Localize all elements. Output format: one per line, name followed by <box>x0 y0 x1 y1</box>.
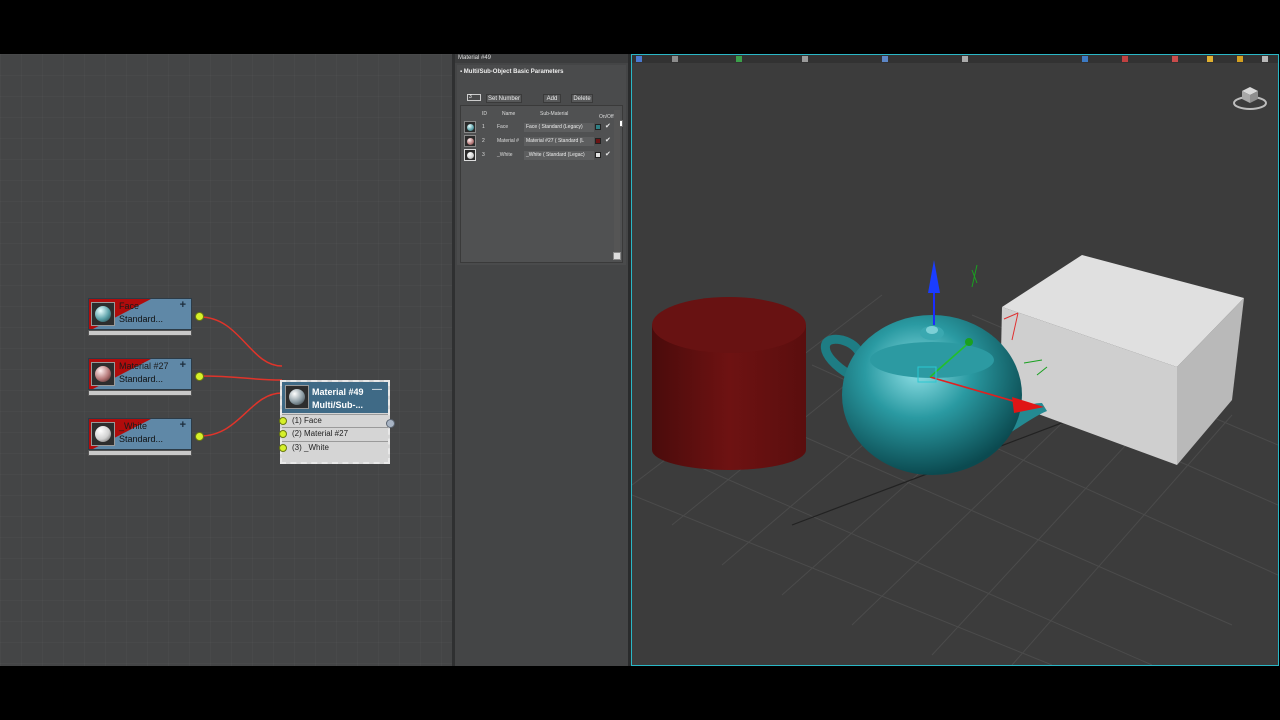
node-footer <box>88 330 192 336</box>
sphere-icon <box>289 389 305 405</box>
sub-material-button[interactable]: _White ( Standard (Legac) <box>524 151 594 160</box>
rollout: ▪ Multi/Sub-Object Basic Parameters 3 Se… <box>457 65 626 265</box>
box-object <box>1000 255 1244 465</box>
node-name: Material #27 <box>119 361 169 371</box>
node-face-body[interactable]: Face Standard... + <box>88 298 192 330</box>
node-title: Material #49 <box>312 387 364 397</box>
on-off-checkbox[interactable]: ✔ <box>605 150 611 158</box>
node-type: Standard... <box>119 314 164 324</box>
slot-label: (1) Face <box>292 416 322 425</box>
add-button[interactable]: Add <box>543 94 561 103</box>
row-name[interactable]: Material # <box>497 138 519 144</box>
delete-button[interactable]: Delete <box>571 94 593 103</box>
node-material27[interactable]: Material #27 Standard... + <box>88 358 204 400</box>
node-white-body[interactable]: _White Standard... + <box>88 418 192 450</box>
sphere-icon <box>467 152 474 159</box>
minimize-icon[interactable]: — <box>372 384 382 395</box>
slot-2[interactable]: (2) Material #27 <box>279 427 388 440</box>
expand-plus-icon[interactable]: + <box>180 359 186 371</box>
slate-editor-view[interactable]: Face Standard... + Material #27 Standard… <box>0 54 452 666</box>
material-preview-icon <box>285 385 309 409</box>
output-port[interactable] <box>195 372 204 381</box>
wire-white <box>199 392 283 437</box>
material-preview-icon <box>464 135 476 147</box>
node-type: Multi/Sub-... <box>312 400 363 410</box>
table-row[interactable]: 1 Face Face ( Standard (Legacy) ✔ <box>464 121 614 134</box>
color-swatch[interactable] <box>595 138 601 144</box>
viewport-scene <box>632 255 1278 665</box>
header-id: ID <box>482 111 487 117</box>
slot-label: (3) _White <box>292 443 329 452</box>
sub-material-button[interactable]: Face ( Standard (Legacy) <box>524 123 594 132</box>
sphere-icon <box>467 124 474 131</box>
header-sub-material: Sub-Material <box>540 111 569 117</box>
sphere-icon <box>95 366 111 382</box>
row-name[interactable]: Face <box>497 124 508 130</box>
sphere-icon <box>95 306 111 322</box>
cylinder-object <box>652 297 806 470</box>
node-name: _White <box>119 421 148 431</box>
input-port[interactable] <box>279 444 287 452</box>
output-port[interactable] <box>195 432 204 441</box>
expand-plus-icon[interactable]: + <box>180 299 186 311</box>
on-off-checkbox[interactable]: ✔ <box>605 136 611 144</box>
row-id: 2 <box>482 138 485 144</box>
on-off-checkbox[interactable]: ✔ <box>605 122 611 130</box>
node-name: Face <box>119 301 140 311</box>
output-port[interactable] <box>386 419 395 428</box>
output-port[interactable] <box>195 312 204 321</box>
sub-material-table: ID Name Sub-Material On/Off 1 Face Face … <box>460 105 623 263</box>
material-preview-icon <box>91 422 115 446</box>
node-white[interactable]: _White Standard... + <box>88 418 204 460</box>
sub-material-button[interactable]: Material #27 ( Standard (L <box>524 137 594 146</box>
material-preview-icon <box>91 362 115 386</box>
perspective-viewport[interactable] <box>631 54 1279 666</box>
set-number-button[interactable]: Set Number <box>486 94 522 103</box>
sphere-icon <box>467 138 474 145</box>
wire-face <box>199 316 283 367</box>
sphere-icon <box>95 426 111 442</box>
color-swatch[interactable] <box>595 124 601 130</box>
rollout-title[interactable]: ▪ Multi/Sub-Object Basic Parameters <box>460 69 564 75</box>
set-number-field[interactable]: 3 <box>467 94 481 101</box>
material-preview-icon <box>91 302 115 326</box>
viewcube-icon[interactable] <box>1232 81 1268 111</box>
parameter-editor-panel: Material #49 ▪ Multi/Sub-Object Basic Pa… <box>455 54 628 666</box>
wire-material27 <box>199 375 283 381</box>
color-swatch[interactable] <box>595 152 601 158</box>
slot-3[interactable]: (3) _White <box>279 441 388 454</box>
node-wires <box>199 316 283 437</box>
table-row[interactable]: 3 _White _White ( Standard (Legac) ✔ <box>464 149 614 162</box>
node-multi-sub-object[interactable]: Material #49 Multi/Sub-... — (1) Face (2… <box>279 380 395 464</box>
rollout-title-text: Multi/Sub-Object Basic Parameters <box>463 69 564 75</box>
row-name[interactable]: _White <box>497 152 513 158</box>
input-port[interactable] <box>279 417 287 425</box>
panel-title: Material #49 <box>455 54 628 63</box>
scroll-down-button[interactable] <box>613 252 621 260</box>
node-face[interactable]: Face Standard... + <box>88 298 204 340</box>
table-row[interactable]: 2 Material # Material #27 ( Standard (L … <box>464 135 614 148</box>
row-id: 3 <box>482 152 485 158</box>
node-footer <box>88 450 192 456</box>
header-on-off: On/Off <box>599 114 614 120</box>
slot-1[interactable]: (1) Face <box>279 414 388 427</box>
table-scrollbar[interactable] <box>614 110 620 260</box>
node-material27-body[interactable]: Material #27 Standard... + <box>88 358 192 390</box>
node-header[interactable]: Material #49 Multi/Sub-... — <box>282 382 388 413</box>
node-footer <box>88 390 192 396</box>
input-port[interactable] <box>279 430 287 438</box>
material-preview-icon <box>464 121 476 133</box>
slot-label: (2) Material #27 <box>292 429 349 438</box>
row-id: 1 <box>482 124 485 130</box>
material-preview-icon <box>464 149 476 161</box>
expand-plus-icon[interactable]: + <box>180 419 186 431</box>
node-type: Standard... <box>119 374 164 384</box>
header-name: Name <box>502 111 516 117</box>
node-type: Standard... <box>119 434 164 444</box>
